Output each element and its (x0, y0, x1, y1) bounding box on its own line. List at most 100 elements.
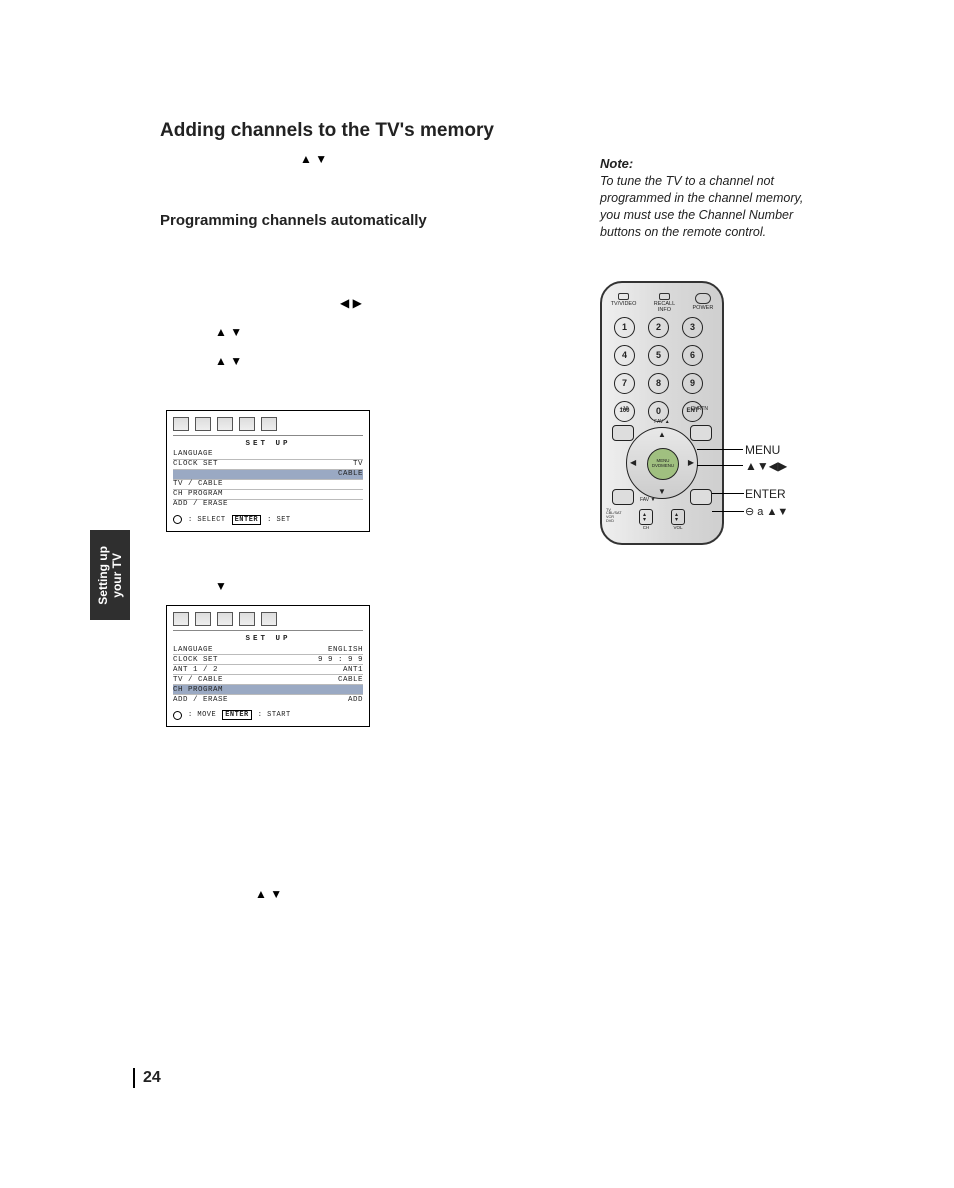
page-number: 24 (133, 1068, 161, 1088)
osd-row: CABLE (173, 470, 363, 480)
osd-tab-icon (217, 612, 233, 626)
osd-row-value: CABLE (338, 470, 363, 478)
osd-row-value: CABLE (338, 676, 363, 684)
osd-tab-icon (195, 612, 211, 626)
number-button-1[interactable]: 1 (614, 317, 635, 338)
number-button-7[interactable]: 7 (614, 373, 635, 394)
osd-tab-icon (217, 417, 233, 431)
arrow-line-lr: ◀ ▶ (160, 294, 560, 313)
blank-5 (160, 548, 560, 567)
remote-body: TV/VIDEO RECALLINFO POWER 1234567891000E… (600, 281, 724, 545)
fav-up-label: FAV ▲ (636, 419, 688, 425)
osd-row: ANT 1 / 2 ANT1 (173, 665, 363, 675)
osd-tab-icon (261, 612, 277, 626)
osd-tab-icon (195, 417, 211, 431)
osd-row-label: LANGUAGE (173, 646, 213, 654)
subheading: Programming channels automatically (160, 212, 560, 229)
osd-row-value: TV (353, 460, 363, 468)
osd-row: TV / CABLE CABLE (173, 675, 363, 685)
osd-header: SET UP (173, 635, 363, 643)
number-button-6[interactable]: 6 (682, 345, 703, 366)
fav-down-label: FAV ▼ (640, 497, 655, 503)
osd-enter-action-label: : START (258, 711, 291, 719)
osd-tab-icon (173, 612, 189, 626)
arrow-up-down-a: ▲ ▼ (215, 325, 242, 339)
osd-row-label: ADD / ERASE (173, 696, 228, 704)
osd-row: CLOCK SET TV (173, 460, 363, 470)
recall-button[interactable] (659, 293, 670, 300)
osd-menu-1: SET UP LANGUAGE CLOCK SET TV CABLE TV / CABLE… (166, 410, 370, 532)
callout-line-icons (712, 511, 744, 512)
number-button-5[interactable]: 5 (648, 345, 669, 366)
osd-row: TV / CABLE (173, 480, 363, 490)
power-label: POWER (693, 305, 714, 311)
osd-enter-action-label: : SET (267, 516, 291, 524)
callout-line-enter (712, 493, 744, 494)
remote-illustration: TV/VIDEO RECALLINFO POWER 1234567891000E… (600, 281, 884, 545)
osd-footer: : SELECTENTER: SET (173, 515, 363, 525)
arrow-left-icon[interactable]: ◀ (630, 458, 636, 467)
vol-label: VOL (671, 525, 685, 530)
callout-enter: ENTER (745, 487, 786, 501)
note-body: To tune the TV to a channel not programm… (600, 173, 820, 241)
osd-menu-2: SET UPLANGUAGEENGLISHCLOCK SET9 9 : 9 9A… (166, 605, 370, 727)
number-button-3[interactable]: 3 (682, 317, 703, 338)
dvdmenu-label: DVDMENU (652, 464, 674, 469)
arrow-line-ud-b: ▲ ▼ (160, 352, 560, 371)
osd-row-label: CLOCK SET (173, 656, 218, 664)
tv-video-label: TV/VIDEO (611, 301, 637, 307)
number-button-9[interactable]: 9 (682, 373, 703, 394)
callout-line-arrows (697, 465, 743, 466)
recall-label: RECALL (654, 301, 675, 307)
osd-row-value: ENGLISH (328, 646, 363, 654)
vol-rocker[interactable]: ▴▾ (671, 509, 685, 525)
arrow-up-down-c: ▲ ▼ (255, 887, 282, 901)
tv-video-button[interactable] (618, 293, 629, 300)
arrow-right-icon[interactable]: ▶ (688, 458, 694, 467)
arrow-down-icon[interactable]: ▼ (658, 487, 666, 496)
callout-icons: ⊖ a ▲▼ (745, 505, 788, 518)
osd-row-label: ANT 1 / 2 (173, 666, 218, 674)
arrow-left-right: ◀ ▶ (340, 296, 362, 310)
section-tab: Setting up your TV (90, 530, 130, 620)
osd-row-label: LANGUAGE (173, 450, 213, 458)
arrow-up-icon[interactable]: ▲ (658, 430, 666, 439)
osd-select-icon (173, 515, 182, 524)
number-button-2[interactable]: 2 (648, 317, 669, 338)
number-button-8[interactable]: 8 (648, 373, 669, 394)
osd-tab-icon (239, 417, 255, 431)
arrow-line-ud-a: ▲ ▼ (160, 323, 560, 342)
plus-10-label: +10 (620, 406, 628, 412)
osd-select-label: : MOVE (188, 711, 216, 719)
osd-row: ADD / ERASEADD (173, 695, 363, 704)
osd-row-label: CLOCK SET (173, 460, 218, 468)
osd-select-label: : SELECT (188, 516, 226, 524)
osd-row-label: CH PROGRAM (173, 686, 223, 694)
number-button-4[interactable]: 4 (614, 345, 635, 366)
d-pad[interactable]: ▲ ▼ ◀ ▶ MENU DVDMENU (626, 427, 698, 499)
osd-row-value: 9 9 : 9 9 (318, 656, 363, 664)
osd-tab-icon (239, 612, 255, 626)
osd-row-value: ANT1 (343, 666, 363, 674)
info-label: INFO (654, 307, 675, 313)
osd-header: SET UP (173, 440, 363, 448)
osd-row: LANGUAGE (173, 450, 363, 460)
arrow-down: ▼ (215, 579, 227, 593)
power-button[interactable] (695, 293, 711, 304)
tab-line-2: your TV (110, 553, 124, 598)
callout-line-menu (697, 449, 743, 450)
blank-2 (160, 237, 560, 256)
osd-row: LANGUAGE ENGLISH (173, 645, 363, 655)
tab-line-1: Setting up (96, 546, 110, 605)
ch-rocker[interactable]: ▴▾ (639, 509, 653, 525)
osd-row: CLOCK SET 9 9 : 9 9 (173, 655, 363, 665)
osd-tab-icon (261, 417, 277, 431)
ch-label: CH (639, 525, 653, 530)
osd-row-label: TV / CABLE (173, 480, 223, 488)
menu-enter-button[interactable]: MENU DVDMENU (647, 448, 679, 480)
blank-4 (160, 381, 560, 400)
osd-row-label: TV / CABLE (173, 676, 223, 684)
osd-row: CH PROGRAM (173, 490, 363, 500)
osd-row: ADD / ERASE (173, 500, 363, 509)
osd-row-label: ADD / ERASE (173, 500, 228, 508)
